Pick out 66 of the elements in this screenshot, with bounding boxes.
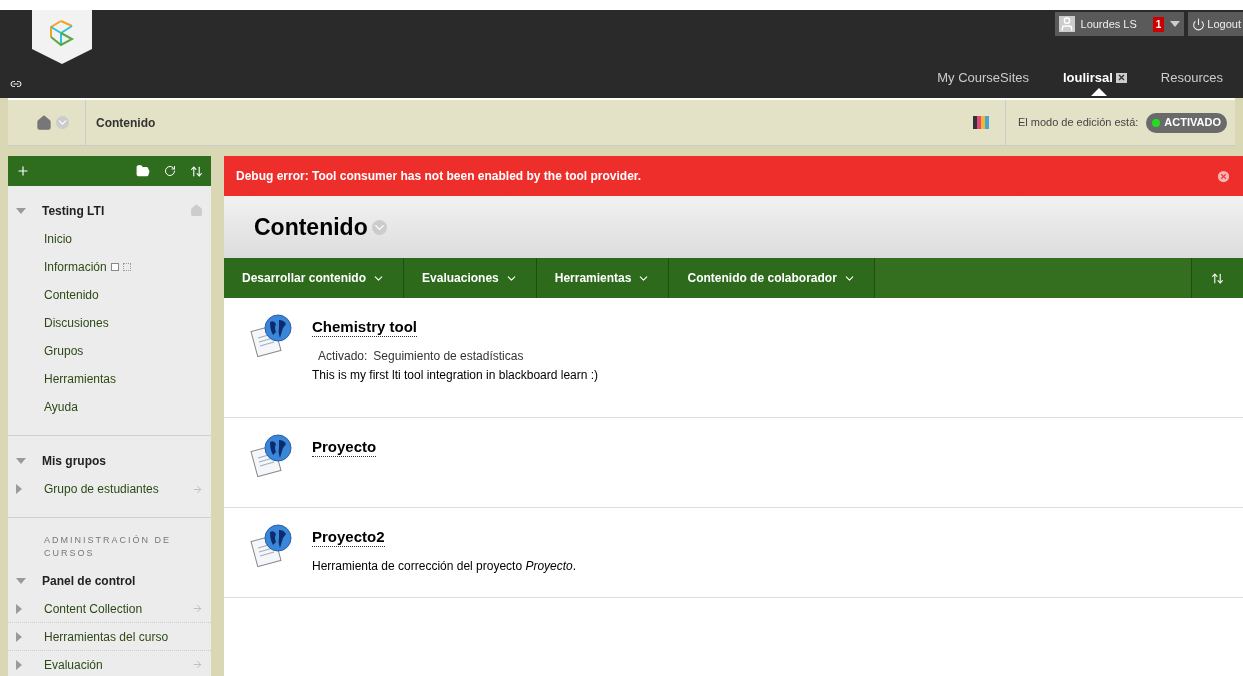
close-icon[interactable] bbox=[1115, 72, 1127, 83]
refresh-icon[interactable] bbox=[164, 165, 176, 177]
collapsed-triangle-icon[interactable] bbox=[16, 659, 22, 670]
reorder-button[interactable] bbox=[1191, 258, 1243, 298]
cube-logo-icon bbox=[48, 19, 76, 49]
sidebar-link[interactable]: Discusiones bbox=[44, 314, 109, 332]
reorder-icon bbox=[1211, 271, 1224, 285]
sidebar-link[interactable]: Herramientas bbox=[44, 370, 117, 388]
folder-icon[interactable] bbox=[136, 164, 150, 178]
collapsed-triangle-icon[interactable] bbox=[16, 484, 22, 494]
arrow-right-icon[interactable] bbox=[192, 603, 203, 614]
collapsed-triangle-icon[interactable] bbox=[16, 603, 22, 614]
edit-mode-toggle[interactable]: ACTIVADO bbox=[1146, 112, 1227, 133]
sidebar-link[interactable]: Grupos bbox=[44, 342, 84, 360]
add-icon[interactable] bbox=[16, 164, 30, 178]
breadcrumb-current: Contenido bbox=[96, 114, 156, 132]
reorder-icon[interactable] bbox=[190, 164, 203, 178]
edit-mode-label: El modo de edición está: bbox=[1017, 115, 1139, 131]
section-title[interactable]: Panel de control bbox=[42, 571, 136, 590]
section-heading: ADMINISTRACIÓN DE CURSOS bbox=[43, 534, 172, 560]
sidebar-link[interactable]: Ayuda bbox=[44, 398, 78, 416]
dropdown-caret-icon[interactable] bbox=[1170, 21, 1181, 27]
chevron-icon[interactable] bbox=[56, 116, 69, 129]
sidebar-link[interactable]: Grupo de estudiantes bbox=[44, 480, 159, 498]
page-title: Contenido bbox=[254, 212, 368, 242]
sidebar-link[interactable]: Inicio bbox=[44, 230, 72, 248]
link-icon[interactable] bbox=[10, 78, 22, 90]
collapsed-triangle-icon[interactable] bbox=[16, 631, 22, 642]
sidebar-link[interactable]: Contenido bbox=[44, 286, 99, 304]
section-title[interactable]: Testing LTI bbox=[42, 201, 105, 220]
color-palette-icon[interactable] bbox=[972, 116, 989, 129]
user-name: Lourdes LS bbox=[1080, 16, 1137, 32]
expanded-triangle-icon[interactable] bbox=[16, 577, 26, 584]
chevron-icon[interactable] bbox=[371, 219, 387, 235]
power-icon bbox=[1192, 17, 1206, 31]
header-tab[interactable]: My CourseSites bbox=[937, 68, 1029, 88]
meta-value: Seguimiento de estadísticas bbox=[373, 348, 524, 365]
arrow-right-icon[interactable] bbox=[192, 659, 203, 670]
section-title[interactable]: Mis grupos bbox=[42, 451, 106, 470]
notification-count[interactable]: 1 bbox=[1152, 16, 1165, 32]
item-title-link[interactable]: Chemistry tool bbox=[312, 318, 417, 337]
sidebar-link[interactable]: Información bbox=[44, 258, 107, 276]
item-title-link[interactable]: Proyecto bbox=[312, 438, 377, 457]
user-menu[interactable]: Lourdes LS 1 bbox=[1054, 12, 1185, 36]
action-menu-button[interactable]: Desarrollar contenido bbox=[224, 258, 405, 298]
logo-badge[interactable] bbox=[32, 10, 92, 64]
sidebar-link[interactable]: Evaluación bbox=[44, 655, 103, 674]
action-menu-button[interactable]: Contenido de colaborador bbox=[669, 258, 875, 298]
item-description: This is my first lti tool integration in blackboard learn :) bbox=[312, 367, 599, 384]
hidden-status-icon bbox=[110, 263, 119, 271]
meta-label: Activado: bbox=[318, 348, 368, 365]
item-title-link[interactable]: Proyecto2 bbox=[312, 528, 385, 547]
item-description: Herramienta de corrección del proyecto Proyecto. bbox=[312, 558, 577, 575]
unavailable-icon bbox=[122, 263, 131, 271]
action-menu-button[interactable]: Evaluaciones bbox=[404, 258, 537, 298]
header-tab[interactable]: Resources bbox=[1160, 68, 1223, 88]
sidebar-link[interactable]: Content Collection bbox=[44, 599, 143, 618]
sidebar-link[interactable]: Herramientas del curso bbox=[44, 627, 169, 646]
avatar-icon bbox=[1058, 16, 1075, 32]
error-message: Debug error: Tool consumer has not been enabled by the tool provider. bbox=[236, 168, 642, 185]
logout-button[interactable]: Logout bbox=[1188, 12, 1243, 36]
arrow-right-icon[interactable] bbox=[192, 483, 203, 495]
home-icon[interactable] bbox=[36, 114, 52, 131]
expanded-triangle-icon[interactable] bbox=[16, 207, 26, 214]
action-menu-button[interactable]: Herramientas bbox=[536, 258, 670, 298]
expanded-triangle-icon[interactable] bbox=[16, 457, 26, 464]
